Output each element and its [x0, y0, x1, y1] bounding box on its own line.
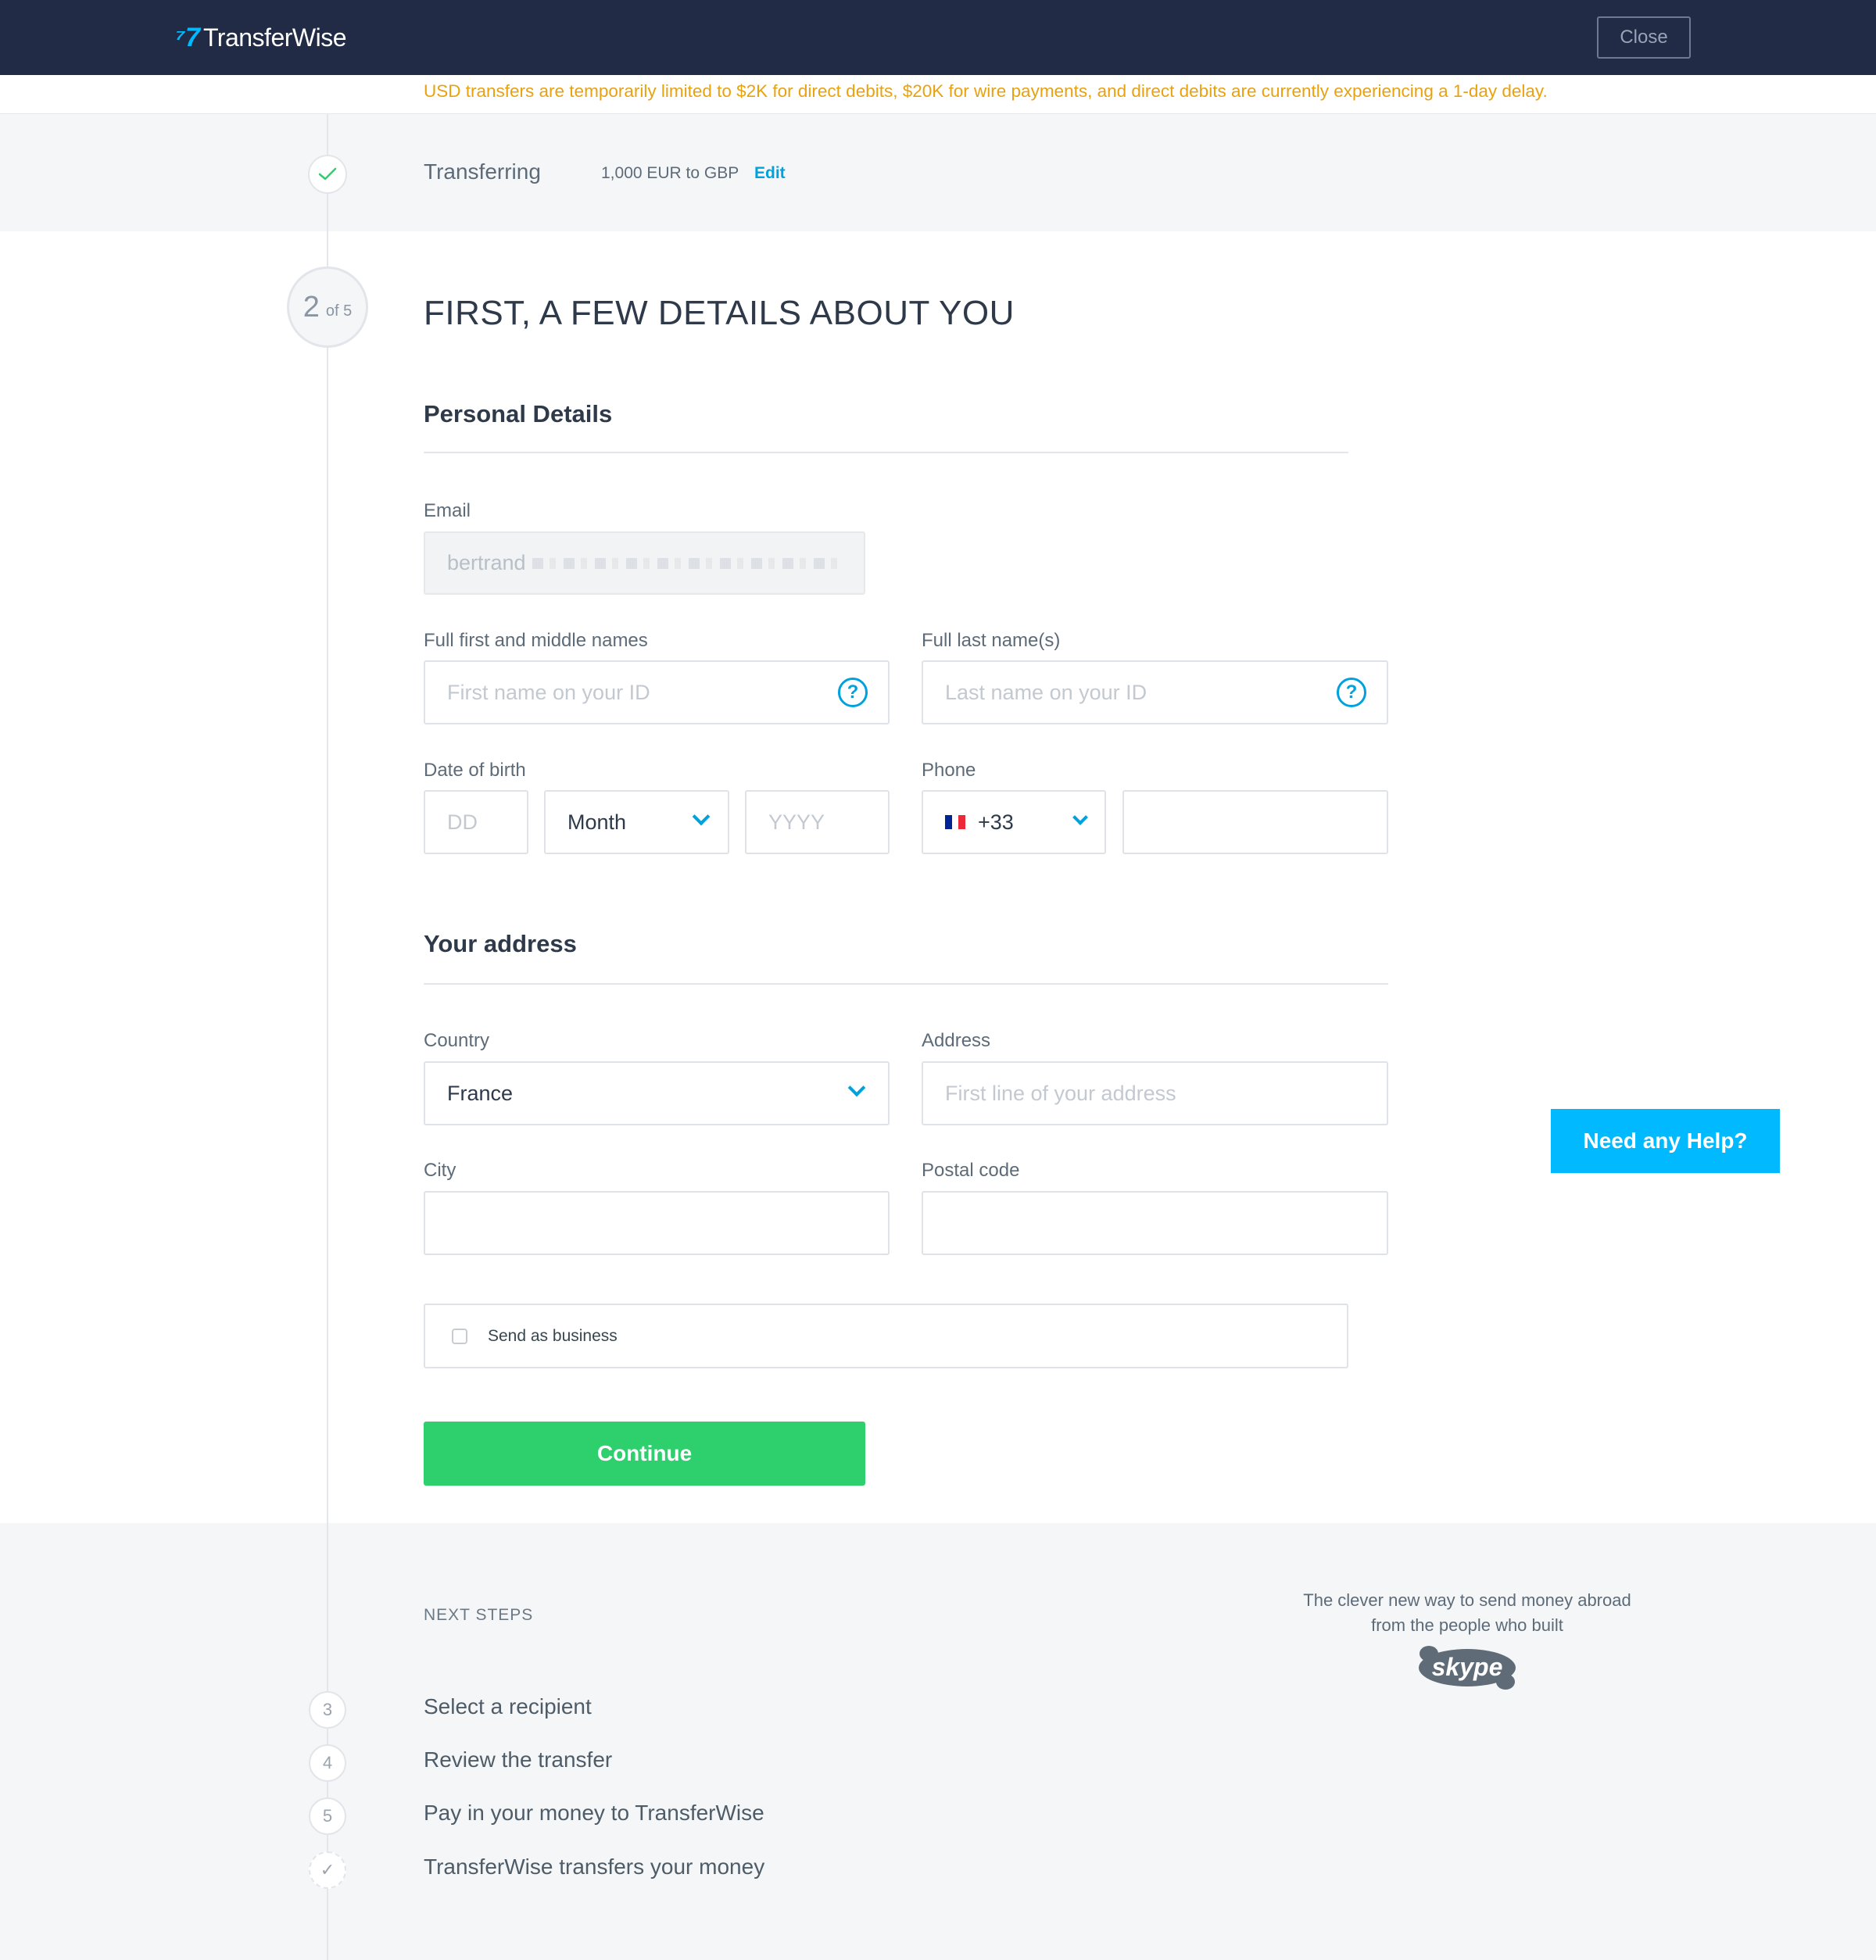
- need-help-button[interactable]: Need any Help?: [1551, 1109, 1780, 1173]
- first-name-label: Full first and middle names: [424, 630, 648, 651]
- continue-button[interactable]: Continue: [424, 1422, 865, 1486]
- step-total: of 5: [325, 302, 353, 320]
- transferring-value: 1,000 EUR to GBP: [601, 164, 739, 182]
- next-step-label: Review the transfer: [424, 1747, 613, 1772]
- phone-label: Phone: [922, 760, 976, 781]
- first-name-placeholder: First name on your ID: [447, 680, 650, 704]
- address-heading: Your address: [424, 930, 577, 957]
- last-name-placeholder: Last name on your ID: [945, 680, 1147, 704]
- address-input[interactable]: First line of your address: [922, 1061, 1388, 1125]
- page-title: FIRST, A FEW DETAILS ABOUT YOU: [424, 294, 1015, 332]
- skype-logo-icon: skype: [1419, 1646, 1516, 1690]
- chevron-down-icon: [1072, 810, 1088, 825]
- step-number-badge: 3: [309, 1691, 346, 1729]
- next-steps-heading: NEXT STEPS: [424, 1606, 534, 1624]
- day-placeholder: DD: [447, 810, 478, 834]
- chevron-down-icon: [847, 1078, 866, 1097]
- next-step-label: Select a recipient: [424, 1694, 592, 1719]
- email-value: bertrand: [447, 551, 526, 574]
- skype-tagline: The clever new way to send money abroad …: [1251, 1588, 1684, 1638]
- address-label: Address: [922, 1030, 991, 1051]
- send-as-business-checkbox[interactable]: [452, 1328, 467, 1344]
- section-divider: [424, 452, 1348, 453]
- birth-month-select[interactable]: Month: [544, 790, 729, 854]
- city-input[interactable]: [424, 1191, 890, 1255]
- phone-number-input[interactable]: [1122, 790, 1388, 854]
- current-step-indicator: 2 of 5: [287, 266, 368, 348]
- progress-timeline: [327, 114, 328, 1960]
- next-step-label: Pay in your money to TransferWise: [424, 1801, 764, 1825]
- country-value: France: [447, 1081, 514, 1105]
- email-label: Email: [424, 500, 471, 521]
- chevron-down-icon: [692, 807, 711, 826]
- france-flag-icon: [945, 815, 966, 829]
- transferwise-logo-mark: ⁷7: [175, 22, 200, 52]
- last-name-label: Full last name(s): [922, 630, 1061, 651]
- current-step-number: 2: [303, 290, 320, 324]
- date-of-birth-label: Date of birth: [424, 760, 526, 781]
- email-field: bertrand: [424, 531, 865, 595]
- month-value: Month: [567, 810, 627, 834]
- country-label: Country: [424, 1030, 490, 1051]
- notice-banner-text: USD transfers are temporarily limited to…: [424, 81, 1548, 101]
- step-complete-indicator: [308, 155, 347, 194]
- tagline-line-1: The clever new way to send money abroad: [1303, 1590, 1631, 1610]
- edit-transfer-link[interactable]: Edit: [754, 164, 786, 183]
- city-label: City: [424, 1160, 456, 1181]
- birth-year-input[interactable]: YYYY: [745, 790, 890, 854]
- send-as-business-option[interactable]: Send as business: [424, 1304, 1348, 1368]
- birth-day-input[interactable]: DD: [424, 790, 528, 854]
- postal-code-label: Postal code: [922, 1160, 1020, 1181]
- country-select[interactable]: France: [424, 1061, 890, 1125]
- transferwise-logo[interactable]: ⁷7 TransferWise: [175, 16, 347, 59]
- phone-country-code-select[interactable]: +33: [922, 790, 1106, 854]
- personal-details-heading: Personal Details: [424, 400, 613, 427]
- tagline-line-2: from the people who built: [1371, 1615, 1563, 1635]
- skype-wordmark: skype: [1432, 1653, 1503, 1681]
- redacted-email-blur: [532, 557, 842, 569]
- step-number-badge: 4: [309, 1744, 346, 1782]
- help-icon[interactable]: ?: [838, 678, 868, 707]
- checkmark-icon: [318, 167, 337, 181]
- last-name-input[interactable]: Last name on your ID ?: [922, 660, 1388, 724]
- postal-code-input[interactable]: [922, 1191, 1388, 1255]
- first-name-input[interactable]: First name on your ID ?: [424, 660, 890, 724]
- checkmark-icon: ✓: [309, 1851, 346, 1889]
- section-divider: [424, 983, 1388, 985]
- step-number-badge: 5: [309, 1797, 346, 1835]
- transferring-label: Transferring: [424, 159, 541, 184]
- year-placeholder: YYYY: [768, 810, 825, 834]
- next-step-label: TransferWise transfers your money: [424, 1854, 765, 1879]
- close-button[interactable]: Close: [1597, 16, 1691, 59]
- help-icon[interactable]: ?: [1337, 678, 1366, 707]
- address-placeholder: First line of your address: [945, 1081, 1176, 1105]
- phone-code-value: +33: [978, 810, 1014, 834]
- send-as-business-label: Send as business: [488, 1326, 618, 1345]
- transferwise-logo-text: TransferWise: [202, 23, 347, 52]
